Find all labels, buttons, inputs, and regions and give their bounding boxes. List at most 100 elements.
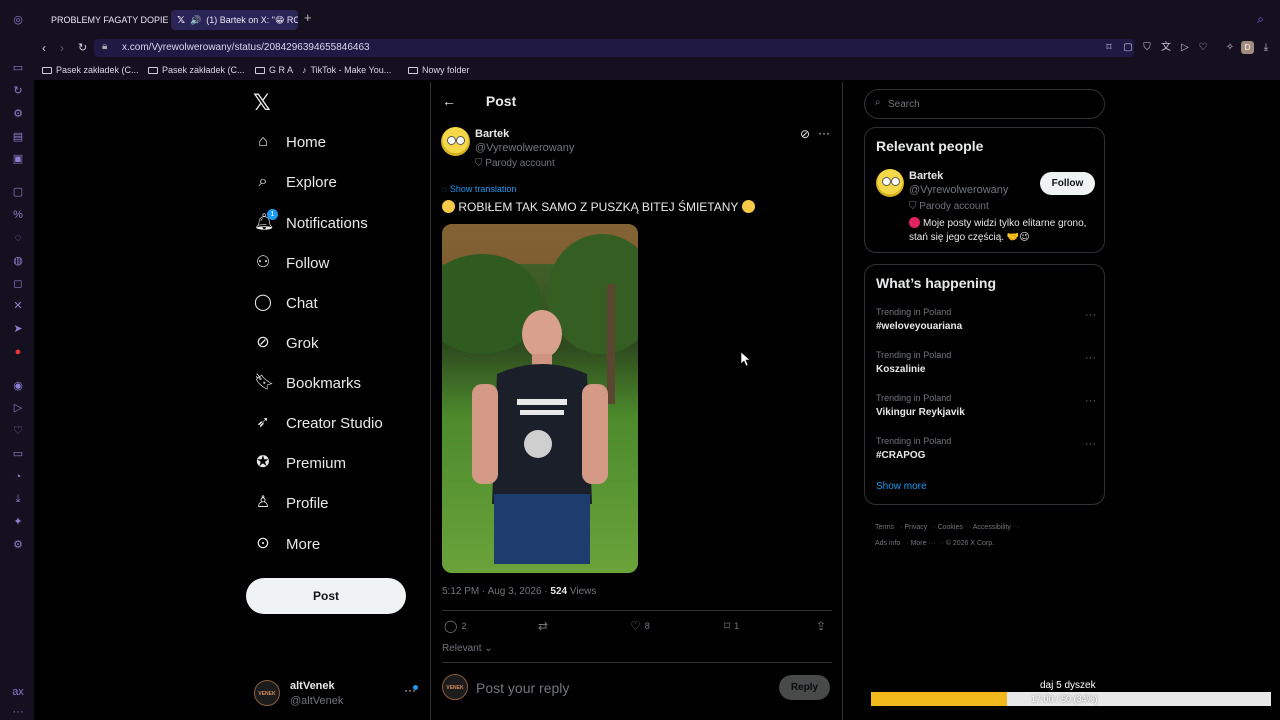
more-icon[interactable]: ··· [1085, 438, 1096, 450]
spotify-icon[interactable]: ◉ [12, 380, 24, 392]
bookmark-item[interactable]: Pasek zakładek (C... [42, 65, 139, 75]
extensions-icon[interactable]: ✧ [1224, 42, 1236, 54]
footer-link[interactable]: Cookies [938, 524, 963, 531]
back-icon[interactable]: ‹ [42, 41, 46, 55]
nav-grok[interactable]: ⊘ Grok [254, 330, 318, 356]
bookmark-item[interactable]: Nowy folder [408, 65, 470, 75]
wallet-icon[interactable]: ▭ [12, 448, 24, 460]
footer-link[interactable]: Privacy [904, 524, 927, 531]
download-icon[interactable]: ⤓ [1260, 42, 1272, 54]
trend-item[interactable]: Trending in Poland Koszalinie ··· [876, 350, 1096, 375]
nav-bookmarks[interactable]: 🔖︎ Bookmarks [254, 370, 361, 396]
x-logo-icon[interactable]: 𝕏 [253, 90, 271, 116]
bookmark-item[interactable]: ♪ TikTok - Make You... [302, 65, 391, 75]
like-button[interactable]: ♡ 8 [630, 619, 650, 633]
discord-icon[interactable]: ◍ [12, 255, 24, 267]
avatar[interactable] [876, 169, 904, 197]
messenger-icon[interactable]: ◌ [12, 232, 24, 244]
back-arrow-icon[interactable]: ← [442, 93, 456, 109]
download-icon[interactable]: ⤓ [12, 493, 24, 505]
twitch-icon[interactable]: ▢ [12, 186, 24, 198]
reply-submit-button[interactable]: Reply [779, 675, 830, 700]
donation-goal-label: daj 5 dyszek [1040, 680, 1096, 691]
reply-button[interactable]: ◯ 2 [444, 619, 466, 633]
telegram-icon[interactable]: ➤ [12, 323, 24, 335]
sidebar-icon-1[interactable]: ▭ [12, 62, 24, 74]
url-text[interactable]: x.com/Vyrewolwerowany/status/20842963946… [122, 42, 370, 53]
new-tab-button[interactable]: + [304, 10, 312, 25]
share-button[interactable]: ⇪ [816, 619, 826, 633]
trend-item[interactable]: Trending in Poland Vikingur Reykjavik ··… [876, 393, 1096, 418]
sidebar-icon-4[interactable]: ▤ [12, 131, 24, 143]
nav-chat[interactable]: ◯ Chat [254, 290, 318, 316]
nav-premium[interactable]: ✪ Premium [254, 450, 346, 476]
more-icon[interactable]: ··· [12, 706, 24, 718]
repost-button[interactable]: ⇄ [538, 619, 548, 633]
browser-logo-icon[interactable]: ◎ [12, 14, 24, 26]
percent-icon[interactable]: % [12, 209, 24, 221]
ax-icon[interactable]: ax [12, 686, 24, 698]
sidebar-icon-3[interactable]: ⚙ [12, 108, 24, 120]
footer-link[interactable]: More ··· [911, 540, 936, 547]
shield-icon[interactable]: ⛉ [1141, 42, 1153, 54]
author-name[interactable]: Bartek [475, 128, 509, 140]
snapshot-icon[interactable]: ▢ [1122, 42, 1134, 54]
nav-profile[interactable]: ♙ Profile [254, 490, 329, 516]
sort-replies-dropdown[interactable]: Relevant ⌄ [442, 643, 493, 654]
more-icon[interactable]: ··· [1085, 352, 1096, 364]
heart-icon[interactable]: ♡ [1197, 42, 1209, 54]
account-switcher[interactable]: VENEK altVenek @altVenek ··· [254, 677, 424, 711]
sidebar-icon-2[interactable]: ↻ [12, 85, 24, 97]
nav-notifications[interactable]: 🔔︎ 1 Notifications [254, 209, 368, 236]
author-avatar[interactable] [441, 127, 470, 156]
instagram-icon[interactable]: ◻ [12, 278, 24, 290]
more-icon[interactable]: ··· [1085, 309, 1096, 321]
more-icon[interactable]: ··· [818, 126, 830, 140]
play-icon[interactable]: ▷ [12, 402, 24, 414]
nav-explore[interactable]: ⌕ Explore [254, 169, 337, 195]
player-icon[interactable]: ▷ [1179, 42, 1191, 54]
trend-item[interactable]: Trending in Poland #weloveyouariana ··· [876, 307, 1096, 332]
post-time[interactable]: 5:12 PM · Aug 3, 2026 · [442, 586, 550, 597]
nav-follow[interactable]: ⚇ Follow [254, 250, 330, 276]
x-icon[interactable]: ✕ [12, 300, 24, 312]
trend-item[interactable]: Trending in Poland #CRAPOG ··· [876, 436, 1096, 461]
footer-link[interactable]: Accessibility [973, 524, 1011, 531]
bookmark-page-icon[interactable]: ⌑ [1103, 42, 1115, 54]
heart-icon[interactable]: ♡ [12, 425, 24, 437]
reply-input[interactable]: Post your reply [476, 680, 569, 696]
tweet-video[interactable] [442, 224, 638, 573]
more-icon[interactable]: ··· [1085, 395, 1096, 407]
nav-home[interactable]: ⌂ Home [254, 129, 326, 155]
bookmark-item[interactable]: Pasek zakładek (C... [148, 65, 245, 75]
show-more-link[interactable]: Show more [876, 481, 927, 492]
show-translation-link[interactable]: ◌ Show translation [442, 184, 516, 194]
profile-avatar[interactable]: D [1241, 41, 1254, 54]
card-title: What’s happening [876, 275, 997, 291]
author-handle[interactable]: @Vyrewolwerowany [475, 142, 574, 154]
person-handle[interactable]: @Vyrewolwerowany [909, 184, 1008, 196]
grok-icon[interactable]: ⊘ [800, 127, 810, 141]
nav-more[interactable]: ⊙ More [254, 531, 320, 557]
person-name[interactable]: Bartek [909, 170, 943, 182]
extensions-icon[interactable]: ✦ [12, 516, 24, 528]
footer-link[interactable]: Ads info [875, 540, 900, 547]
reload-icon[interactable]: ↻ [78, 41, 87, 54]
tab-youtube[interactable]: PROBLEMY FAGATY DOPIE [40, 10, 168, 30]
lock-icon[interactable]: 🔒︎ [102, 41, 107, 52]
history-icon[interactable]: ◔ [12, 471, 24, 483]
footer-link[interactable]: Terms [875, 524, 894, 531]
follow-button[interactable]: Follow [1040, 172, 1095, 195]
bookmark-item[interactable]: G R A [255, 65, 293, 75]
settings-icon[interactable]: ⚙ [12, 539, 24, 551]
tiktok-icon[interactable]: ● [12, 346, 24, 358]
search-input[interactable]: ⌕ Search [864, 89, 1105, 119]
bookmark-button[interactable]: ⌑ 1 [724, 619, 739, 633]
sidebar-icon-5[interactable]: ▣ [12, 153, 24, 165]
forward-icon[interactable]: › [60, 41, 64, 55]
post-button[interactable]: Post [246, 578, 406, 614]
translate-icon[interactable]: 文 [1160, 42, 1172, 54]
tab-search-icon[interactable]: ⌕ [1257, 12, 1264, 27]
nav-creator-studio[interactable]: ➶ Creator Studio [254, 410, 382, 436]
tab-x[interactable]: 𝕏 🔊 (1) Bartek on X: "😁 RO [171, 10, 298, 30]
